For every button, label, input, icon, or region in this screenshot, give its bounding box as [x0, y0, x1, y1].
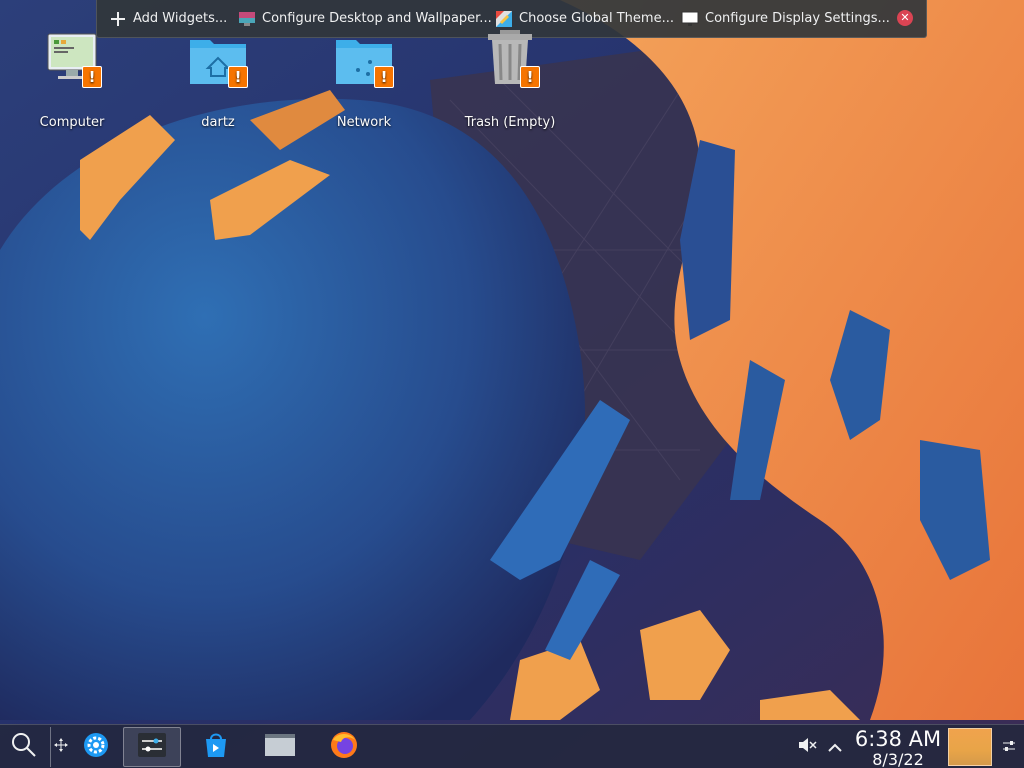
- desktop-icon-label: dartz: [201, 115, 235, 130]
- desktop-icon-trash[interactable]: ! Trash (Empty): [450, 30, 570, 130]
- close-toolbox-button[interactable]: ✕: [897, 10, 913, 26]
- panel-move-handle[interactable]: [52, 725, 70, 768]
- close-icon: ✕: [900, 11, 910, 24]
- trash-icon: !: [480, 30, 540, 90]
- panel-settings-icon: [1002, 738, 1016, 757]
- clock-time: 6:38 AM: [854, 727, 942, 751]
- digital-clock[interactable]: 6:38 AM 8/3/22: [850, 725, 946, 768]
- task-file-manager[interactable]: [260, 725, 300, 768]
- display-settings-button[interactable]: Configure Display Settings...: [681, 0, 890, 37]
- task-discover[interactable]: [196, 725, 236, 768]
- speaker-muted-icon: [797, 735, 817, 759]
- desktop-icon-network[interactable]: ! Network: [304, 30, 424, 130]
- panel-separator: [50, 727, 51, 767]
- warning-badge: !: [82, 66, 102, 88]
- task-system-settings[interactable]: [123, 727, 181, 767]
- display-icon: [681, 10, 699, 28]
- task-firefox[interactable]: [324, 725, 364, 768]
- panel-options-button[interactable]: [998, 725, 1020, 768]
- kde-gear-icon: [82, 731, 110, 763]
- search-icon: [11, 732, 37, 762]
- warning-badge: !: [228, 66, 248, 88]
- system-tray-expander[interactable]: [824, 725, 846, 768]
- computer-icon: !: [42, 30, 102, 90]
- warning-badge: !: [520, 66, 540, 88]
- volume-mute-button[interactable]: [794, 725, 820, 768]
- desktop-icon-computer[interactable]: ! Computer: [12, 30, 132, 130]
- application-launcher-button[interactable]: [80, 725, 112, 768]
- desktop-icon-label: Trash (Empty): [464, 115, 556, 130]
- network-folder-icon: !: [334, 30, 394, 90]
- chevron-up-icon: [828, 738, 842, 757]
- task-icon-wrap: [124, 728, 180, 766]
- clock-date: 8/3/22: [872, 750, 924, 768]
- desktop-icon-label: Network: [336, 115, 392, 130]
- move-arrows-icon: [53, 737, 69, 757]
- search-launcher-button[interactable]: [6, 725, 42, 768]
- home-folder-icon: !: [188, 30, 248, 90]
- display-settings-label: Configure Display Settings...: [705, 11, 890, 26]
- add-widgets-label: Add Widgets...: [133, 11, 228, 26]
- theme-icon: [495, 10, 513, 28]
- desktop-icon-label: Computer: [39, 115, 105, 130]
- taskbar-panel: 6:38 AM 8/3/22: [0, 724, 1024, 768]
- desktop-icon-home[interactable]: ! dartz: [158, 30, 278, 130]
- wallpaper-icon: [238, 10, 256, 28]
- show-desktop-preview[interactable]: [948, 728, 992, 766]
- global-theme-label: Choose Global Theme...: [519, 11, 674, 26]
- store-bag-icon: [202, 731, 230, 763]
- configure-desktop-label: Configure Desktop and Wallpaper...: [262, 11, 492, 26]
- settings-sliders-icon: [138, 733, 166, 761]
- plus-icon: [109, 10, 127, 28]
- warning-badge: !: [374, 66, 394, 88]
- folder-icon: [264, 731, 296, 763]
- firefox-icon: [329, 730, 359, 764]
